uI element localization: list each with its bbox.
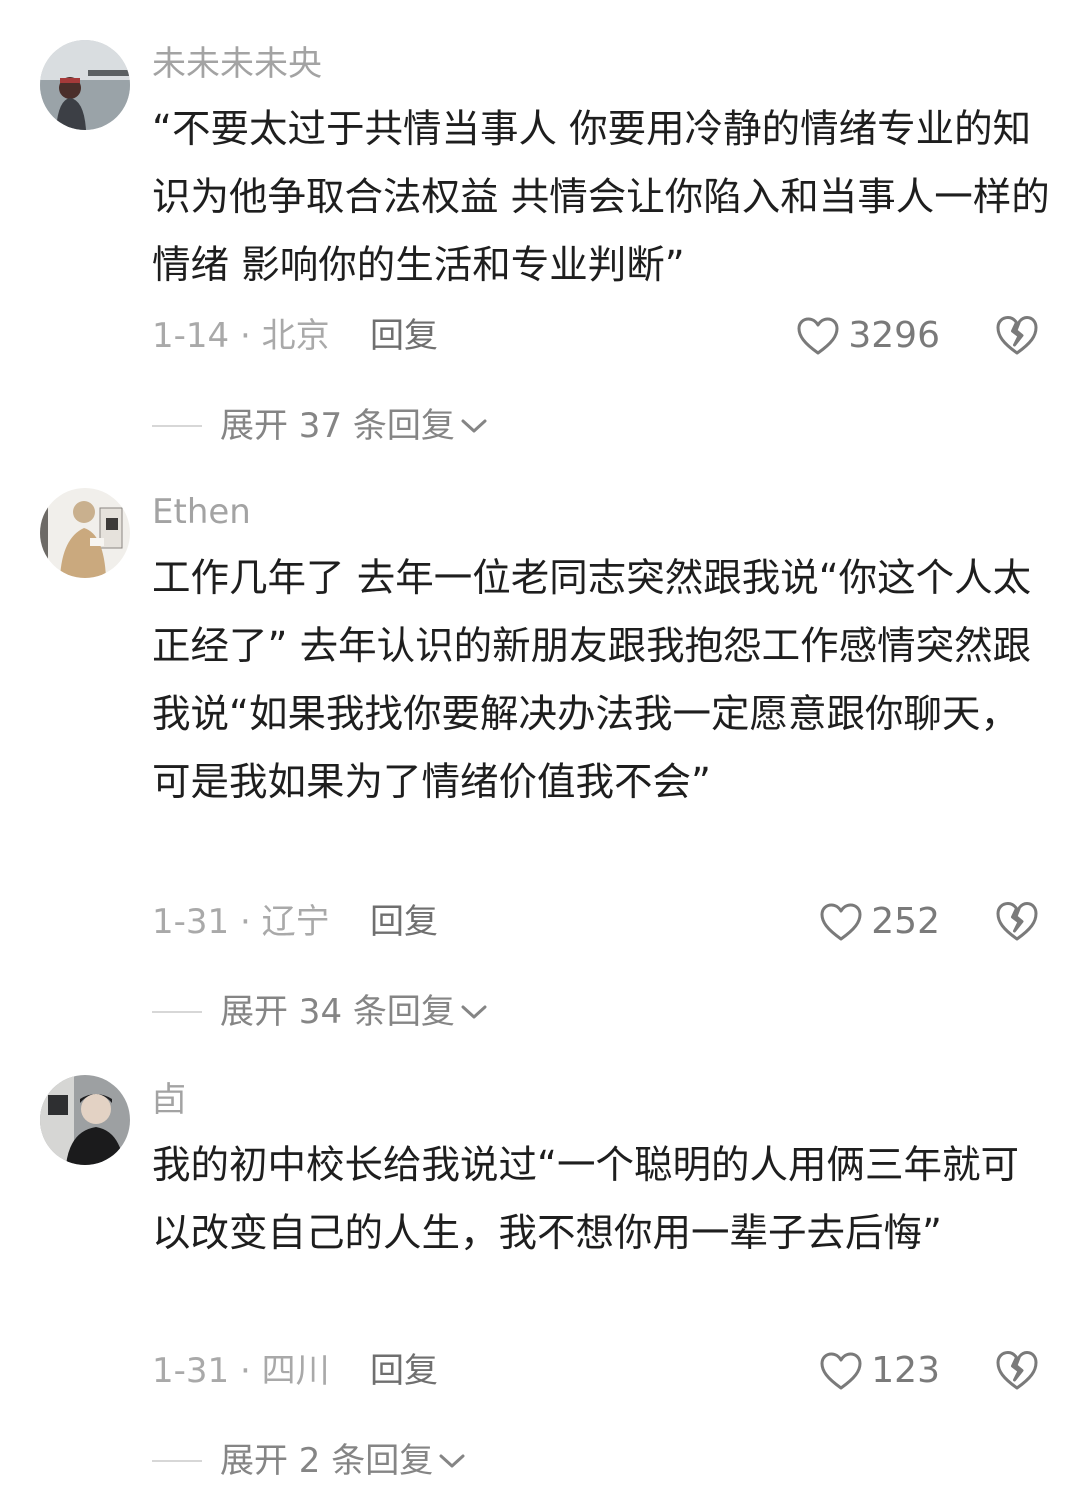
like-count: 3296 [848,315,940,356]
expand-replies-button[interactable]: 展开 34 条回复 [152,988,489,1036]
dislike-button[interactable] [994,313,1040,359]
username[interactable]: Ethen [152,488,251,536]
comment-meta: 1-14 · 北京 回复 [152,312,438,360]
date-location: 1-31 · 四川 [152,1351,330,1391]
like-button[interactable]: 252 [819,898,940,946]
expand-replies-label: 展开 37 条回复 [220,406,455,446]
avatar[interactable] [40,40,130,130]
divider [152,1460,202,1462]
heart-outline-icon [819,902,863,942]
comment-meta: 1-31 · 四川 回复 [152,1347,438,1395]
dislike-button[interactable] [994,899,1040,945]
like-count: 123 [871,1350,940,1391]
like-count: 252 [871,901,940,942]
expand-replies-label: 展开 2 条回复 [220,1441,434,1481]
broken-heart-icon [994,1348,1040,1392]
heart-outline-icon [796,316,840,356]
heart-outline-icon [819,1351,863,1391]
date-location: 1-14 · 北京 [152,316,330,356]
like-button[interactable]: 123 [819,1347,940,1395]
expand-replies-label: 展开 34 条回复 [220,992,455,1032]
avatar[interactable] [40,488,130,578]
divider [152,425,202,427]
expand-replies-button[interactable]: 展开 37 条回复 [152,402,489,450]
broken-heart-icon [994,313,1040,357]
comment-text: “不要太过于共情当事人 你要用冷静的情绪专业的知识为他争取合法权益 共情会让你陷… [152,107,1050,288]
avatar[interactable] [40,1075,130,1165]
reply-button[interactable]: 回复 [370,898,438,946]
reply-button[interactable]: 回复 [370,312,438,360]
username[interactable]: 卣 [152,1076,186,1124]
chevron-down-icon [433,1451,467,1471]
date-location: 1-31 · 辽宁 [152,902,330,942]
comment-text: 工作几年了 去年一位老同志突然跟我说“你这个人太正经了” 去年认识的新朋友跟我抱… [152,556,1032,805]
expand-replies-button[interactable]: 展开 2 条回复 [152,1437,467,1485]
divider [152,1011,202,1013]
chevron-down-icon [455,1002,489,1022]
broken-heart-icon [994,899,1040,943]
chevron-down-icon [455,416,489,436]
comment-text: 我的初中校长给我说过“一个聪明的人用俩三年就可以改变自己的人生，我不想你用一辈子… [152,1143,1019,1256]
dislike-button[interactable] [994,1348,1040,1394]
reply-button[interactable]: 回复 [370,1347,438,1395]
comment-meta: 1-31 · 辽宁 回复 [152,898,438,946]
username[interactable]: 未未未未央 [152,40,322,88]
like-button[interactable]: 3296 [796,312,940,360]
